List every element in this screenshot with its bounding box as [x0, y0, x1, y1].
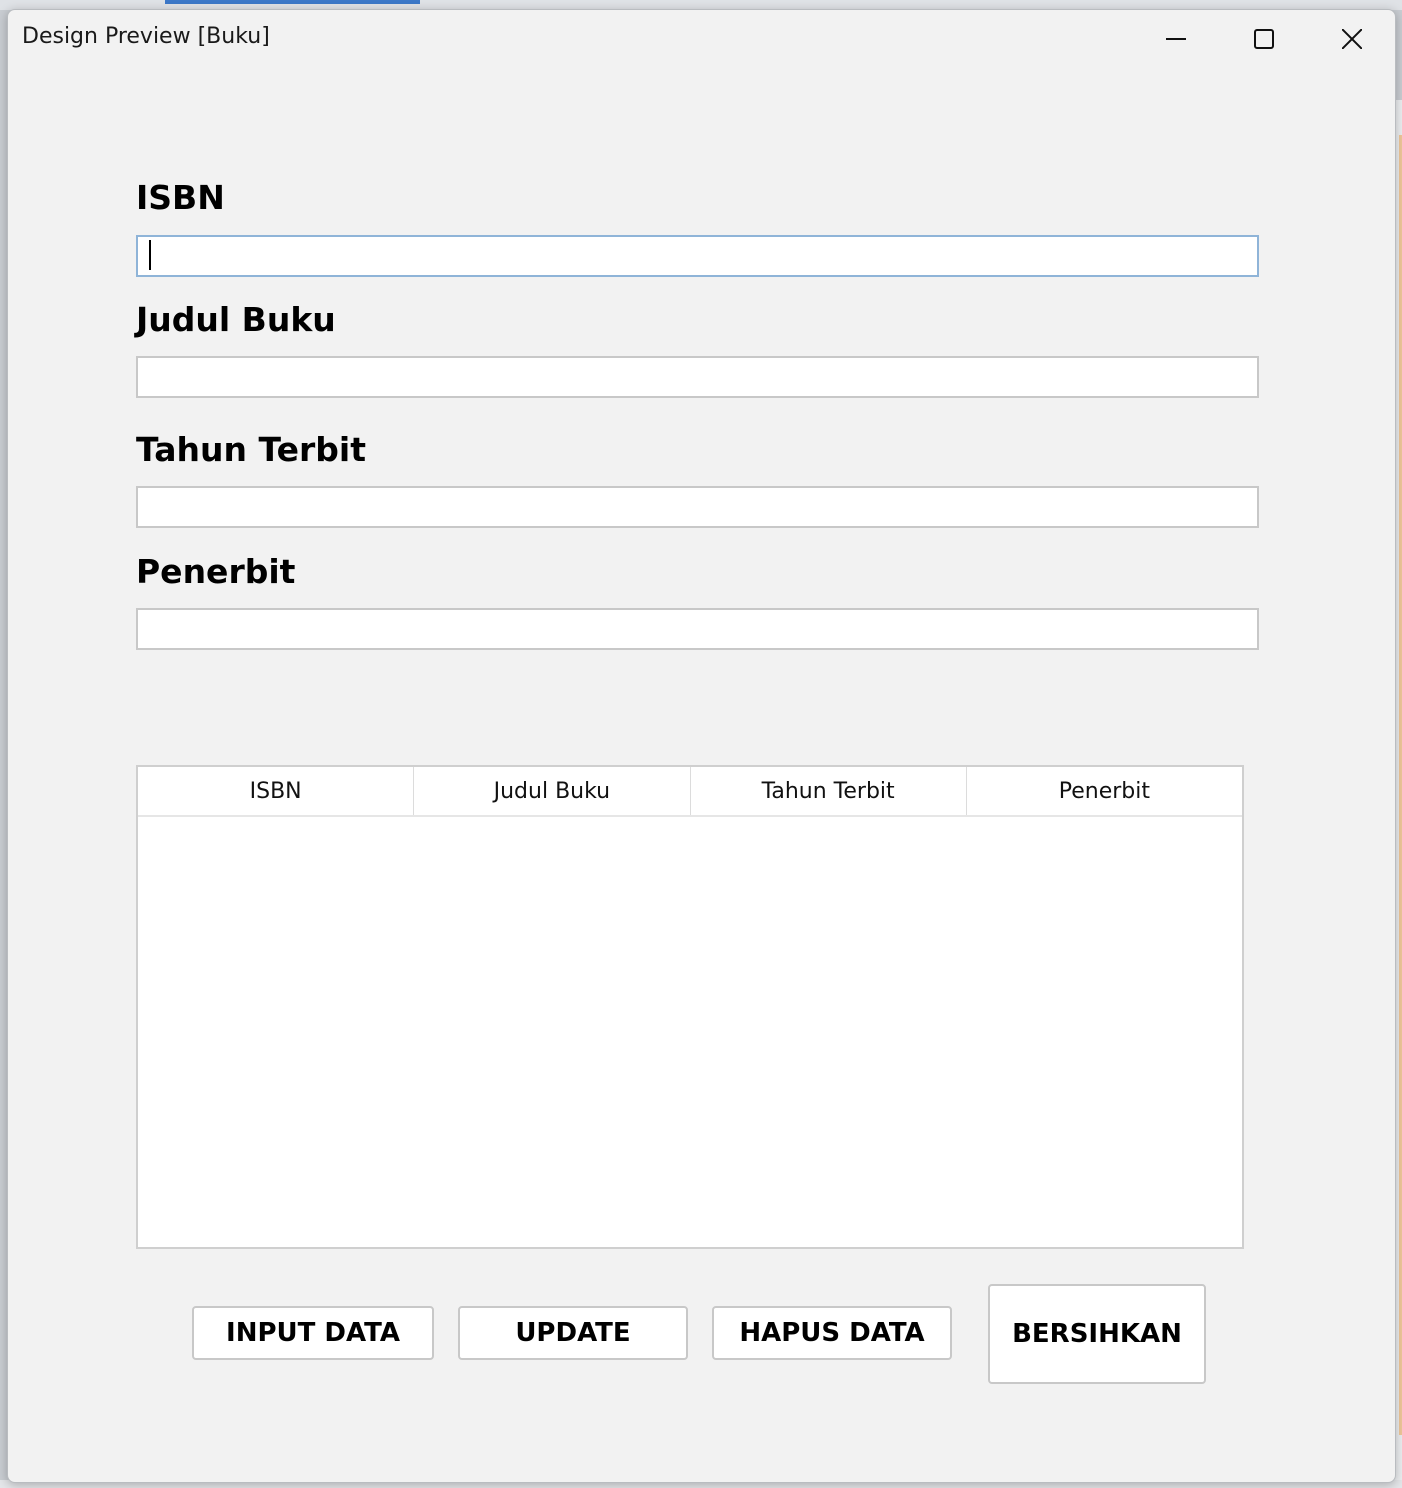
maximize-icon [1254, 29, 1274, 49]
column-header-tahun-terbit[interactable]: Tahun Terbit [691, 767, 967, 815]
judul-buku-label: Judul Buku [136, 300, 336, 339]
hapus-data-button[interactable]: HAPUS DATA [712, 1306, 952, 1360]
update-button[interactable]: UPDATE [458, 1306, 688, 1360]
bersihkan-button[interactable]: BERSIHKAN [988, 1284, 1206, 1384]
table-header: ISBN Judul Buku Tahun Terbit Penerbit [138, 767, 1242, 817]
preview-window: Design Preview [Buku] ISBN Judul Buku Ta… [7, 9, 1396, 1483]
column-header-isbn[interactable]: ISBN [138, 767, 415, 815]
penerbit-input[interactable] [136, 608, 1259, 650]
judul-buku-input[interactable] [136, 356, 1259, 398]
tahun-terbit-input[interactable] [136, 486, 1259, 528]
penerbit-label: Penerbit [136, 552, 296, 591]
text-caret [149, 240, 151, 270]
column-header-judul-buku[interactable]: Judul Buku [414, 767, 691, 815]
title-bar[interactable]: Design Preview [Buku] [8, 10, 1395, 68]
input-data-button[interactable]: INPUT DATA [192, 1306, 434, 1360]
maximize-button[interactable] [1220, 10, 1308, 68]
window-title: Design Preview [Buku] [22, 24, 270, 49]
close-icon [1342, 29, 1362, 49]
column-header-penerbit[interactable]: Penerbit [967, 767, 1242, 815]
isbn-input[interactable] [136, 235, 1259, 277]
isbn-label: ISBN [136, 178, 225, 217]
minimize-button[interactable] [1132, 10, 1220, 68]
tahun-terbit-label: Tahun Terbit [136, 430, 366, 469]
minimize-icon [1166, 38, 1186, 40]
background-active-tab-indicator [165, 0, 420, 4]
close-button[interactable] [1308, 10, 1395, 68]
data-table[interactable]: ISBN Judul Buku Tahun Terbit Penerbit [136, 765, 1244, 1249]
